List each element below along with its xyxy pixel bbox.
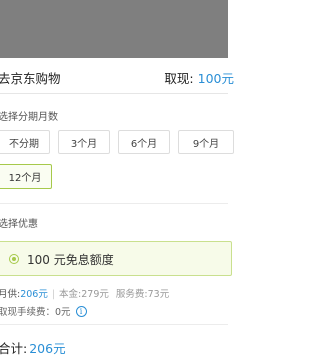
coupon-option[interactable]: 100 元免息额度: [0, 241, 232, 276]
dim-overlay[interactable]: [0, 0, 228, 58]
sheet-header: 去京东购物 取现: 100元: [0, 58, 234, 94]
option-6-months[interactable]: 6个月: [118, 130, 170, 154]
withdraw-label: 取现:: [164, 71, 194, 86]
total-value: 206元: [29, 341, 66, 356]
option-no-installment[interactable]: 不分期: [0, 130, 50, 154]
total-label: 合计:: [0, 341, 28, 356]
option-12-months[interactable]: 12个月: [0, 164, 52, 189]
installment-section-title: 选择分期月数: [0, 112, 58, 123]
section-divider: [0, 203, 228, 204]
service-fee-text: 服务费:73元: [115, 289, 170, 300]
summary-separator: |: [51, 289, 56, 300]
withdraw-value: 100元: [197, 71, 234, 86]
radio-selected-icon: [9, 254, 19, 264]
withdraw-amount: 取现: 100元: [164, 68, 234, 87]
installment-sheet: 去京东购物 取现: 100元 选择分期月数 不分期 3个月 6个月 9个月 12个…: [0, 58, 234, 364]
payment-summary: 月供:206元 | 本金:279元 服务费:73元: [0, 286, 169, 300]
monthly-label: 月供:: [0, 289, 21, 300]
info-icon[interactable]: i: [75, 305, 87, 317]
option-9-months[interactable]: 9个月: [178, 130, 234, 154]
coupon-label: 100 元免息额度: [27, 253, 114, 267]
coupon-section-title: 选择优惠: [0, 219, 38, 230]
footer-divider: [0, 324, 228, 325]
monthly-value: 206元: [20, 289, 48, 300]
principal-text: 本金:279元: [59, 289, 109, 300]
merchant-title: 去京东购物: [0, 71, 61, 86]
withdraw-fee-row: 取现手续费：0元 i: [0, 304, 87, 318]
withdraw-fee-text: 取现手续费：0元: [0, 307, 71, 318]
option-3-months[interactable]: 3个月: [58, 130, 110, 154]
total-row: 合计: 206元: [0, 338, 66, 357]
